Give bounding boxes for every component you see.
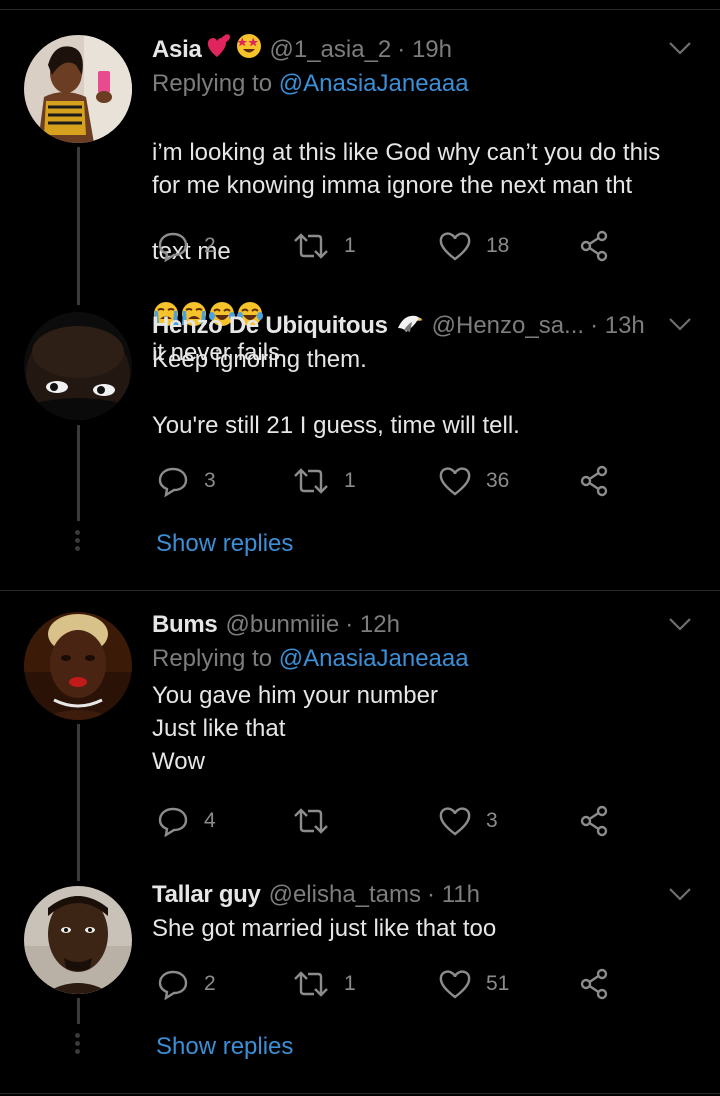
star-struck-emoji (236, 33, 262, 67)
like-icon (439, 467, 471, 496)
replying-to-mention[interactable]: @AnasiaJaneaaa (279, 645, 469, 672)
chevron-down-icon[interactable] (668, 886, 692, 902)
display-name[interactable]: Asia (152, 35, 202, 65)
chevron-down-icon[interactable] (668, 40, 692, 56)
retweet-icon (294, 468, 328, 494)
like-count: 36 (486, 469, 510, 492)
display-name[interactable]: Tallar guy (152, 880, 261, 910)
share-icon (580, 805, 608, 837)
display-name[interactable]: Henzo De Ubiquitous (152, 311, 388, 341)
like-button[interactable]: 3 (438, 803, 498, 839)
tweet-divider (0, 590, 720, 591)
like-count: 3 (486, 809, 498, 832)
reply-button[interactable]: 4 (156, 803, 216, 839)
retweet-button[interactable]: 1 (292, 966, 356, 1002)
tweet-header: Asia @1_asia_2 · 19h (152, 32, 682, 68)
thread-line (77, 147, 80, 305)
tweet-actions: 4 3 (152, 803, 622, 839)
timestamp[interactable]: · 13h (590, 311, 645, 341)
avatar[interactable] (24, 35, 132, 143)
like-icon (439, 232, 471, 261)
reply-button[interactable]: 2 (156, 228, 216, 264)
like-count: 18 (486, 234, 510, 257)
retweet-icon (294, 808, 328, 834)
thread-line (77, 998, 80, 1024)
reply-icon (158, 807, 188, 838)
replying-to: Replying to @AnasiaJaneaaa (152, 644, 682, 674)
tweet-actions: 2 1 18 (152, 228, 622, 264)
eagle-icon (396, 310, 424, 342)
replying-to-mention[interactable]: @AnasiaJaneaaa (279, 70, 469, 97)
bottom-divider (0, 1093, 720, 1094)
share-icon (580, 465, 608, 497)
replying-to-prefix: Replying to (152, 70, 273, 97)
share-button[interactable] (578, 803, 612, 839)
tweet-text: She got married just like that too (152, 915, 497, 942)
reply-button[interactable]: 2 (156, 966, 216, 1002)
retweet-button[interactable] (292, 803, 344, 839)
share-button[interactable] (578, 966, 612, 1002)
tweet-header: Tallar guy @elisha_tams · 11h (152, 880, 682, 910)
user-handle[interactable]: @Henzo_sa... (432, 311, 584, 341)
timestamp[interactable]: · 12h (345, 610, 400, 640)
reply-count: 2 (204, 972, 216, 995)
retweet-button[interactable]: 1 (292, 228, 356, 264)
thread-collapsed-dots (75, 1033, 81, 1057)
tweet-text: Keep ignoring them. You're still 21 I gu… (152, 346, 520, 439)
heart-emoji (204, 32, 234, 68)
retweet-button[interactable]: 1 (292, 463, 356, 499)
tweet-header: Henzo De Ubiquitous @Henzo_sa... · 13h (152, 311, 682, 341)
tweet-actions: 2 1 51 (152, 966, 622, 1002)
retweet-count: 1 (344, 972, 356, 995)
avatar[interactable] (24, 612, 132, 720)
top-divider (0, 9, 720, 10)
user-handle[interactable]: @bunmiiie (225, 610, 339, 640)
user-handle[interactable]: @1_asia_2 (270, 35, 392, 65)
chevron-down-icon[interactable] (668, 316, 692, 332)
share-icon (580, 968, 608, 1000)
retweet-icon (294, 971, 328, 997)
replying-to-prefix: Replying to (152, 645, 273, 672)
retweet-icon (294, 233, 328, 259)
like-icon (439, 807, 471, 836)
like-icon (439, 970, 471, 999)
share-icon (580, 230, 608, 262)
reply-count: 2 (204, 234, 216, 257)
tweet-text: You gave him your number Just like that … (152, 682, 438, 775)
like-button[interactable]: 18 (438, 228, 509, 264)
chevron-down-icon[interactable] (668, 616, 692, 632)
timestamp[interactable]: · 11h (427, 880, 480, 910)
reply-icon (158, 232, 188, 263)
avatar[interactable] (24, 312, 132, 420)
reply-icon (158, 970, 188, 1001)
share-button[interactable] (578, 463, 612, 499)
tweet-text-body: i’m looking at this like God why can’t y… (152, 139, 661, 199)
tweet-actions: 3 1 36 (152, 463, 622, 499)
thread-line (77, 724, 80, 881)
like-button[interactable]: 51 (438, 966, 509, 1002)
show-replies-link[interactable]: Show replies (156, 530, 293, 558)
reply-count: 4 (204, 809, 216, 832)
share-button[interactable] (578, 228, 612, 264)
show-replies-link[interactable]: Show replies (156, 1033, 293, 1061)
like-button[interactable]: 36 (438, 463, 509, 499)
timestamp[interactable]: · 19h (397, 35, 452, 65)
retweet-count: 1 (344, 469, 356, 492)
avatar[interactable] (24, 886, 132, 994)
reply-button[interactable]: 3 (156, 463, 216, 499)
like-count: 51 (486, 972, 510, 995)
reply-icon (158, 467, 188, 498)
thread-line (77, 425, 80, 521)
reply-count: 3 (204, 469, 216, 492)
display-name[interactable]: Bums (152, 610, 218, 640)
tweet-header: Bums @bunmiiie · 12h (152, 610, 682, 640)
replying-to: Replying to @AnasiaJaneaaa (152, 69, 682, 99)
retweet-count: 1 (344, 234, 356, 257)
user-handle[interactable]: @elisha_tams (269, 880, 421, 910)
thread-collapsed-dots (75, 530, 81, 554)
